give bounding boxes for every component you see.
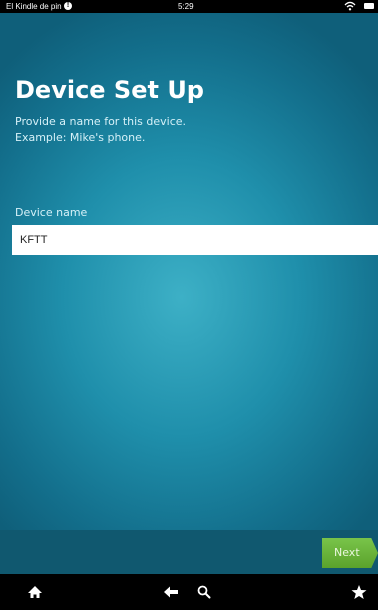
page-title: Device Set Up [15,76,204,104]
next-button[interactable]: Next [322,538,378,568]
device-setup-screen: Device Set Up Provide a name for this de… [0,13,378,530]
navigation-bar [0,574,378,610]
battery-icon [364,3,374,9]
instruction-text: Provide a name for this device. [15,115,187,128]
alert-icon: ! [64,2,72,10]
device-name-input[interactable] [12,225,378,255]
carrier-name: El Kindle de pin [6,2,62,11]
action-bar: Next [0,530,378,574]
back-arrow-icon[interactable] [160,582,182,602]
status-bar: El Kindle de pin ! 5:29 [0,0,378,13]
status-clock: 5:29 [178,2,194,11]
example-text: Example: Mike's phone. [15,131,146,144]
favorites-star-icon[interactable] [348,582,370,602]
home-icon[interactable] [24,582,46,602]
wifi-icon [344,1,356,13]
search-icon[interactable] [193,582,215,602]
device-name-label: Device name [15,206,88,219]
